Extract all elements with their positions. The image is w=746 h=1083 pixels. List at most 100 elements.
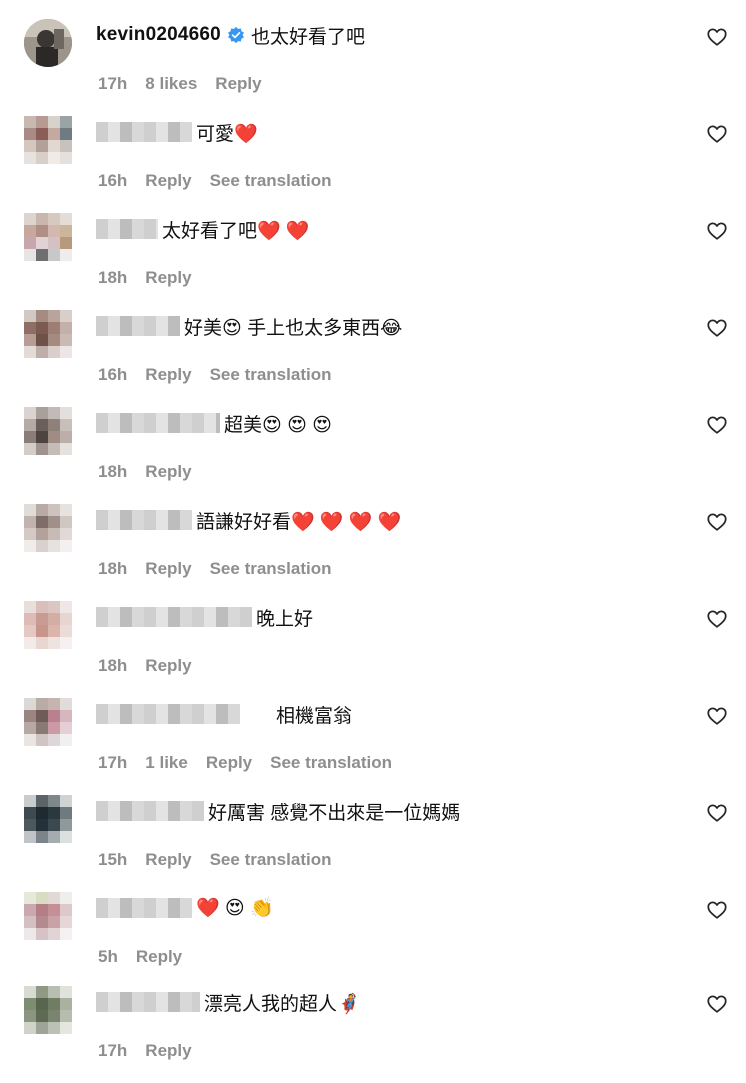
comment-item: 可愛❤️ 16h Reply See translation [0,116,746,213]
heart-outline-icon[interactable] [706,705,728,727]
comment-text: 太好看了吧❤️ ❤️ [162,220,310,242]
reply-button[interactable]: Reply [145,850,191,870]
comment-item: 太好看了吧❤️ ❤️ 18h Reply [0,213,746,310]
timestamp: 16h [98,171,128,190]
see-translation-link[interactable]: See translation [210,850,332,870]
comment-meta: 5h Reply [98,947,200,967]
reply-button[interactable]: Reply [145,656,191,676]
username-redacted[interactable] [96,219,158,239]
comment-text: 超美😍 😍 😍 [224,414,332,436]
avatar[interactable] [24,986,72,1034]
reply-button[interactable]: Reply [145,268,191,288]
username-redacted[interactable] [96,607,252,627]
timestamp: 5h [98,947,118,966]
reply-button[interactable]: Reply [215,74,261,94]
comment-line: ❤️ 😍 👏 [96,892,274,924]
comment-text: 相機富翁 [276,705,353,727]
avatar[interactable] [24,698,72,746]
comment-meta: 18h Reply [98,656,210,676]
avatar[interactable] [24,795,72,843]
avatar[interactable] [24,310,72,358]
comment-meta: 16h Reply See translation [98,365,331,385]
comment-text: 語謙好好看❤️ ❤️ ❤️ ❤️ [196,511,402,533]
comment-line: 好厲害 感覺不出來是一位媽媽 [96,795,460,827]
username-redacted[interactable] [96,510,192,530]
heart-outline-icon[interactable] [706,26,728,48]
timestamp: 18h [98,559,128,578]
username-redacted[interactable] [96,413,220,433]
heart-outline-icon[interactable] [706,414,728,436]
reply-button[interactable]: Reply [145,365,191,385]
heart-outline-icon[interactable] [706,511,728,533]
comment-meta: 18h Reply [98,268,210,288]
like-count[interactable]: 1 like [145,753,188,773]
comment-text: 也太好看了吧 [250,26,365,48]
like-count[interactable]: 8 likes [145,74,197,94]
timestamp: 17h [98,1041,128,1060]
see-translation-link[interactable]: See translation [210,559,332,579]
heart-outline-icon[interactable] [706,802,728,824]
comment-line: kevin0204660 也太好看了吧 [96,19,365,51]
comment-text: 可愛❤️ [196,123,258,145]
avatar[interactable] [24,504,72,552]
username-redacted[interactable] [96,316,180,336]
comment-text: 漂亮人我的超人🦸 [204,993,361,1015]
comment-text: 好厲害 感覺不出來是一位媽媽 [208,802,461,824]
avatar[interactable] [24,19,72,67]
heart-outline-icon[interactable] [706,993,728,1015]
timestamp: 15h [98,850,128,869]
reply-button[interactable]: Reply [145,171,191,191]
username-redacted[interactable] [96,122,192,142]
comment-line: 超美😍 😍 😍 [96,407,332,439]
comment-line: 太好看了吧❤️ ❤️ [96,213,310,245]
avatar[interactable] [24,213,72,261]
heart-outline-icon[interactable] [706,220,728,242]
verified-badge-icon [228,26,244,44]
reply-button[interactable]: Reply [145,462,191,482]
comment-line: 語謙好好看❤️ ❤️ ❤️ ❤️ [96,504,401,536]
comment-meta: 18h Reply [98,462,210,482]
heart-outline-icon[interactable] [706,317,728,339]
timestamp: 17h [98,753,128,772]
comment-line: 好美😍 手上也太多東西😂 [96,310,402,342]
username-redacted[interactable] [96,704,240,724]
username-redacted[interactable] [96,801,204,821]
heart-outline-icon[interactable] [706,123,728,145]
heart-outline-icon[interactable] [706,899,728,921]
comment-item: 好厲害 感覺不出來是一位媽媽 15h Reply See translation [0,795,746,892]
comment-item: 語謙好好看❤️ ❤️ ❤️ ❤️ 18h Reply See translati… [0,504,746,601]
avatar[interactable] [24,601,72,649]
timestamp: 18h [98,268,128,287]
reply-button[interactable]: Reply [145,1041,191,1061]
heart-outline-icon[interactable] [706,608,728,630]
comment-item: 好美😍 手上也太多東西😂 16h Reply See translation [0,310,746,407]
comment-line: 相機富翁 [96,698,352,730]
comment-item: kevin0204660 也太好看了吧 17h 8 likes Reply [0,19,746,116]
comment-meta: 18h Reply See translation [98,559,331,579]
reply-button[interactable]: Reply [136,947,182,967]
comment-item: 相機富翁 17h 1 like Reply See translation [0,698,746,795]
avatar[interactable] [24,407,72,455]
see-translation-link[interactable]: See translation [270,753,392,773]
reply-button[interactable]: Reply [206,753,252,773]
comment-item: ❤️ 😍 👏 5h Reply [0,892,746,989]
comment-text: 好美😍 手上也太多東西😂 [184,317,403,339]
comment-item: 漂亮人我的超人🦸 17h Reply [0,986,746,1083]
comment-meta: 15h Reply See translation [98,850,331,870]
username[interactable]: kevin0204660 [96,24,221,46]
username-redacted[interactable] [96,898,192,918]
username-redacted[interactable] [96,992,200,1012]
comment-text: ❤️ 😍 👏 [196,898,274,919]
avatar[interactable] [24,116,72,164]
avatar[interactable] [24,892,72,940]
timestamp: 18h [98,656,128,675]
comment-meta: 17h 1 like Reply See translation [98,753,392,773]
reply-button[interactable]: Reply [145,559,191,579]
see-translation-link[interactable]: See translation [210,171,332,191]
timestamp: 16h [98,365,128,384]
comment-line: 可愛❤️ [96,116,258,148]
comment-text: 晚上好 [256,608,314,630]
comment-meta: 17h Reply [98,1041,210,1061]
see-translation-link[interactable]: See translation [210,365,332,385]
timestamp: 18h [98,462,128,481]
